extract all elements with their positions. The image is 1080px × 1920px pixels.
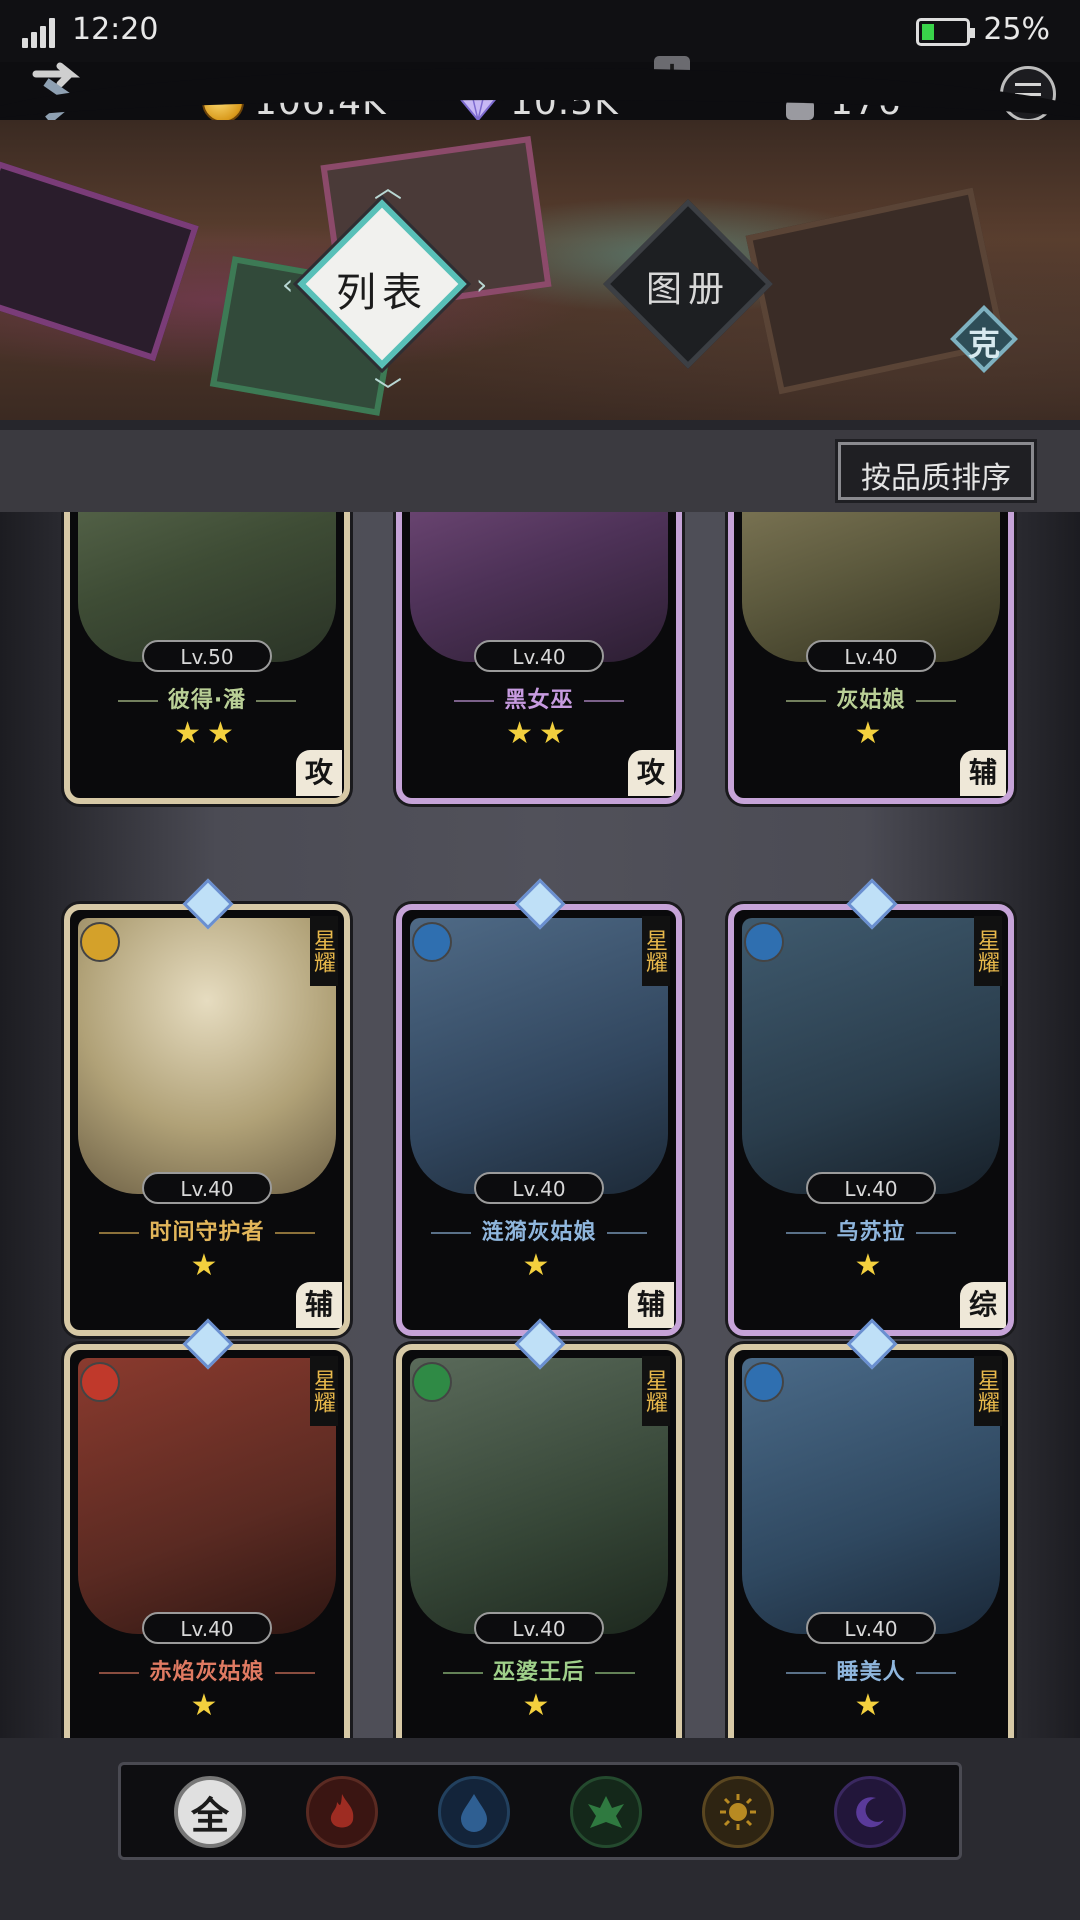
chevron-down-icon: ﹀ xyxy=(374,375,403,408)
hero-grid: Lv.50 彼得·潘 ★★ 攻 Lv.40 黑女巫 ★★ 攻 Lv.40 灰姑娘… xyxy=(0,512,1080,1738)
sort-by-quality-button[interactable]: 按品质排序 xyxy=(835,439,1037,503)
filter-light-button[interactable] xyxy=(702,1776,774,1848)
water-element-icon xyxy=(412,922,452,962)
water-element-icon xyxy=(744,1362,784,1402)
fire-icon xyxy=(330,1794,354,1828)
hero-card[interactable]: 星耀 Lv.40 乌苏拉 ★ 综 xyxy=(728,904,1014,1336)
hero-card[interactable]: 星耀 Lv.40 巫婆王后 ★ xyxy=(396,1344,682,1738)
filter-water-button[interactable] xyxy=(438,1776,510,1848)
light-element-icon xyxy=(80,922,120,962)
water-drop-icon xyxy=(461,1794,487,1832)
filter-wood-button[interactable] xyxy=(570,1776,642,1848)
restraint-button[interactable]: 克 xyxy=(950,305,1018,373)
chevron-up-icon: ︿ xyxy=(374,171,403,204)
wood-element-icon xyxy=(412,1362,452,1402)
sun-icon xyxy=(720,1794,756,1830)
battery-icon xyxy=(916,18,975,46)
hero-card[interactable]: 星耀 Lv.40 时间守护者 ★ 辅 xyxy=(64,904,350,1336)
leaf-icon xyxy=(588,1796,624,1828)
chevron-left-icon: ‹ xyxy=(282,268,294,301)
moon-icon xyxy=(856,1797,884,1828)
filter-fire-button[interactable] xyxy=(306,1776,378,1848)
signal-icon xyxy=(22,18,60,48)
hero-card[interactable]: Lv.40 灰姑娘 ★ 辅 xyxy=(728,512,1014,804)
hero-card[interactable]: 星耀 Lv.40 涟漪灰姑娘 ★ 辅 xyxy=(396,904,682,1336)
hero-card[interactable]: 星耀 Lv.40 睡美人 ★ xyxy=(728,1344,1014,1738)
battery-percent: 25% xyxy=(983,12,1050,47)
hero-card[interactable]: 星耀 Lv.40 赤焰灰姑娘 ★ xyxy=(64,1344,350,1738)
status-bar: 12:20 25% xyxy=(0,0,1080,62)
hero-card[interactable]: Lv.40 黑女巫 ★★ 攻 xyxy=(396,512,682,804)
filter-all-button[interactable]: 全 xyxy=(174,1776,246,1848)
tab-album[interactable]: 图册 xyxy=(603,199,773,369)
clock: 12:20 xyxy=(72,12,159,47)
banner-arch xyxy=(0,68,1080,188)
filter-dark-button[interactable] xyxy=(834,1776,906,1848)
fire-element-icon xyxy=(80,1362,120,1402)
tab-list[interactable]: 列表 xyxy=(292,194,472,374)
chevron-right-icon: › xyxy=(476,268,488,301)
water-element-icon xyxy=(744,922,784,962)
hero-card[interactable]: Lv.50 彼得·潘 ★★ 攻 xyxy=(64,512,350,804)
